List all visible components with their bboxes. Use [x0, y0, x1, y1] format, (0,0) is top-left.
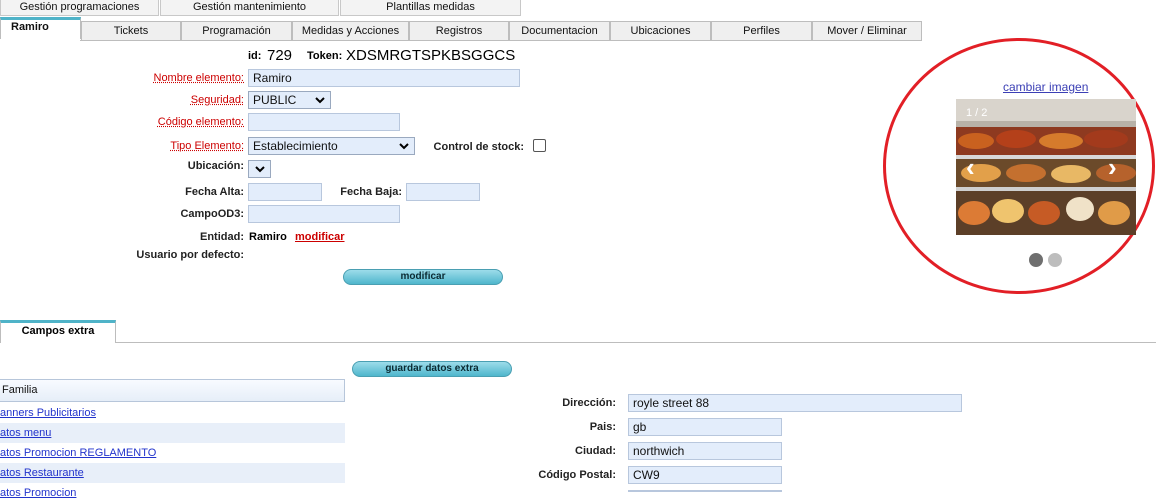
fecha-alta-label: Fecha Alta:	[185, 186, 244, 198]
carousel-dot-1[interactable]	[1029, 253, 1043, 267]
fecha-baja-label: Fecha Baja:	[340, 186, 402, 198]
top-tab-programaciones[interactable]: Gestión programaciones	[0, 0, 159, 16]
tab-tickets[interactable]: Tickets	[81, 21, 181, 41]
tab-programacion[interactable]: Programación	[181, 21, 292, 41]
carousel-counter: 1 / 2	[966, 107, 988, 119]
ciudad-input[interactable]: northwich	[628, 442, 782, 460]
modificar-button[interactable]: modificar	[343, 269, 503, 285]
tab-perfiles[interactable]: Perfiles	[711, 21, 812, 41]
entidad-modificar-link[interactable]: modificar	[295, 231, 345, 243]
top-tab-mantenimiento[interactable]: Gestión mantenimiento	[160, 0, 339, 16]
nombre-label: Nombre elemento:	[153, 72, 245, 84]
pais-label: Pais:	[589, 421, 616, 433]
campo-input[interactable]	[248, 205, 400, 223]
ubicacion-select[interactable]	[248, 160, 271, 178]
list-item[interactable]: atos Promocion REGLAMENTO	[0, 443, 345, 463]
seguridad-value: PUBLIC	[253, 93, 297, 107]
tab-registros[interactable]: Registros	[409, 21, 509, 41]
id-label: id:	[248, 50, 262, 62]
tipo-select[interactable]: Establecimiento	[248, 137, 415, 155]
direccion-input[interactable]: royle street 88	[628, 394, 962, 412]
pais-input[interactable]: gb	[628, 418, 782, 436]
extra-divider	[116, 342, 1156, 343]
tab-campos-extra[interactable]: Campos extra	[0, 320, 116, 343]
ubicacion-label: Ubicación:	[187, 160, 244, 172]
direccion-label: Dirección:	[562, 397, 616, 409]
token-label: Token:	[307, 50, 343, 62]
codigo-postal-input[interactable]: CW9	[628, 466, 782, 484]
carousel-prev-button[interactable]: ‹	[966, 154, 975, 180]
chevron-down-icon	[255, 166, 265, 173]
codigo-postal-label: Código Postal:	[538, 469, 616, 481]
guardar-extra-button[interactable]: guardar datos extra	[352, 361, 512, 377]
carousel-image: 1 / 2 ‹ ›	[956, 99, 1136, 235]
chevron-down-icon	[315, 97, 325, 104]
codigo-label: Código elemento:	[157, 116, 244, 128]
stock-checkbox[interactable]	[533, 139, 546, 152]
tab-medidas[interactable]: Medidas y Acciones	[292, 21, 409, 41]
codigo-input[interactable]	[248, 113, 400, 131]
top-tab-plantillas[interactable]: Plantillas medidas	[340, 0, 521, 16]
tab-ubicaciones[interactable]: Ubicaciones	[610, 21, 711, 41]
tab-ramiro[interactable]: Ramiro	[0, 17, 81, 39]
usuario-label: Usuario por defecto:	[136, 249, 244, 261]
nombre-input[interactable]: Ramiro	[248, 69, 520, 87]
carousel-next-button[interactable]: ›	[1108, 154, 1117, 180]
tab-mover-eliminar[interactable]: Mover / Eliminar	[812, 21, 922, 41]
token-value: XDSMRGTSPKBSGGCS	[346, 47, 516, 64]
list-item[interactable]: atos Restaurante	[0, 463, 345, 483]
fecha-baja-input[interactable]	[406, 183, 480, 201]
stock-label: Control de stock:	[433, 141, 524, 153]
ciudad-label: Ciudad:	[575, 445, 616, 457]
tab-documentacion[interactable]: Documentacion	[509, 21, 610, 41]
list-item[interactable]: anners Publicitarios	[0, 403, 345, 423]
campo-label: CampoOD3:	[180, 208, 244, 220]
list-item[interactable]: atos Promocion	[0, 483, 345, 503]
id-value: 729	[267, 47, 293, 64]
tipo-value: Establecimiento	[253, 139, 338, 153]
carousel-dot-2[interactable]	[1048, 253, 1062, 267]
fecha-alta-input[interactable]	[248, 183, 322, 201]
entidad-label: Entidad:	[200, 231, 244, 243]
chevron-down-icon	[399, 143, 409, 150]
change-image-link[interactable]: cambiar imagen	[1003, 80, 1088, 94]
seguridad-label: Seguridad:	[190, 94, 244, 106]
tipo-label: Tipo Elemento:	[170, 140, 244, 152]
list-header: Familia	[0, 379, 345, 402]
entidad-value: Ramiro	[249, 231, 287, 243]
list-item[interactable]: atos menu	[0, 423, 345, 443]
seguridad-select[interactable]: PUBLIC	[248, 91, 331, 109]
